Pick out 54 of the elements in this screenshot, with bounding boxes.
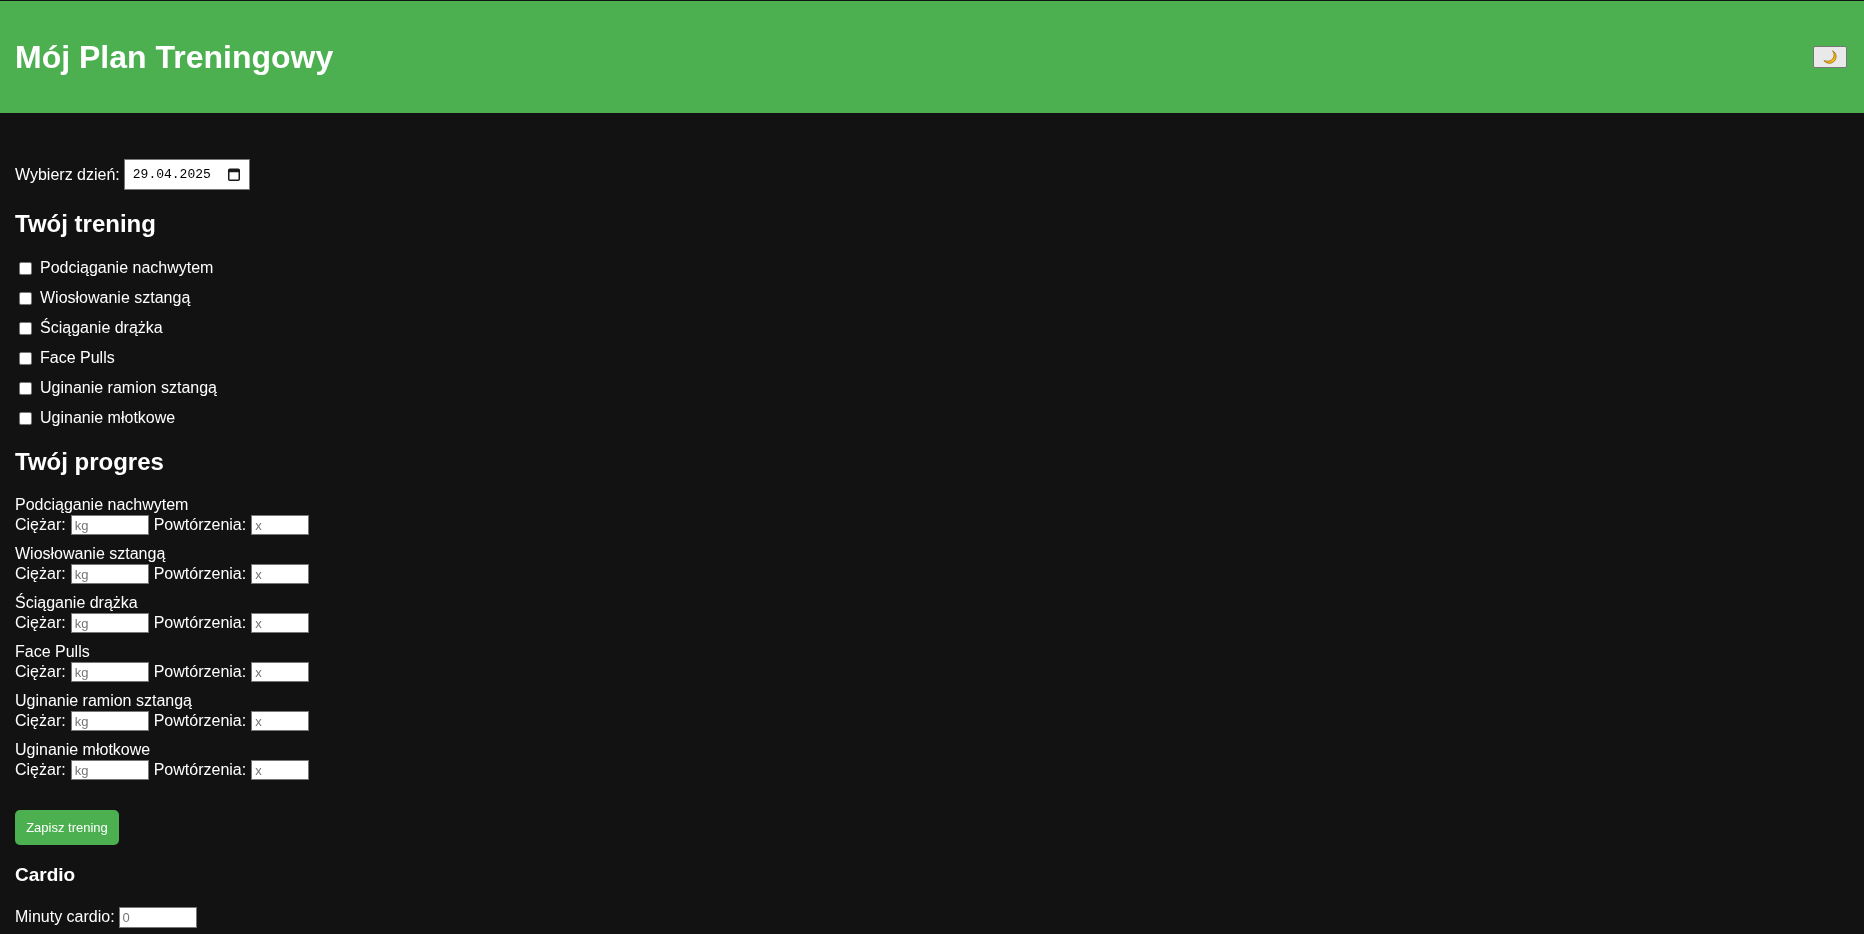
weight-input[interactable]: kg xyxy=(70,711,149,731)
reps-label: Powtórzenia: xyxy=(153,712,247,730)
weight-label: Ciężar: xyxy=(15,761,66,779)
exercise-label: Podciąganie nachwytem xyxy=(40,259,214,277)
reps-label: Powtórzenia: xyxy=(153,516,247,534)
reps-input[interactable]: x xyxy=(251,662,310,682)
exercise-name: Ściąganie drążka xyxy=(15,594,138,612)
section-heading: Twój progres xyxy=(15,448,164,476)
checkbox[interactable] xyxy=(19,291,32,305)
reps-input[interactable]: x xyxy=(251,711,310,731)
reps-label: Powtórzenia: xyxy=(153,761,247,779)
weight-input[interactable]: kg xyxy=(70,515,149,535)
weight-input[interactable]: kg xyxy=(70,613,149,633)
checkbox[interactable] xyxy=(19,381,32,395)
exercise-name: Face Pulls xyxy=(15,643,90,661)
date-label: Wybierz dzień: xyxy=(15,165,120,184)
reps-input[interactable]: x xyxy=(251,760,310,780)
weight-input[interactable]: kg xyxy=(70,564,149,584)
weight-label: Ciężar: xyxy=(15,712,66,730)
weight-label: Ciężar: xyxy=(15,516,66,534)
weight-label: Ciężar: xyxy=(15,663,66,681)
moon-icon xyxy=(1823,50,1837,64)
calendar-icon[interactable] xyxy=(227,168,240,181)
cardio-input[interactable]: 0 xyxy=(118,906,197,928)
exercise-label: Ściąganie drążka xyxy=(40,319,163,337)
exercise-label: Uginanie ramion sztangą xyxy=(40,379,217,397)
exercise-name: Uginanie młotkowe xyxy=(15,741,151,759)
cardio-label: Minuty cardio: xyxy=(15,908,115,926)
page-title: Mój Plan Treningowy xyxy=(15,38,334,76)
weight-input[interactable]: kg xyxy=(70,760,149,780)
reps-input[interactable]: x xyxy=(251,515,310,535)
reps-input[interactable]: x xyxy=(251,613,310,633)
exercise-name: Podciąganie nachwytem xyxy=(15,496,189,514)
checkbox[interactable] xyxy=(19,411,32,425)
reps-label: Powtórzenia: xyxy=(153,663,247,681)
exercise-label: Wiosłowanie sztangą xyxy=(40,289,191,307)
date-value: 29.04.2025 xyxy=(132,167,211,182)
exercise-label: Uginanie młotkowe xyxy=(40,409,176,427)
section-heading: Twój trening xyxy=(15,210,156,238)
date-field[interactable]: 29.04.2025 xyxy=(123,159,250,190)
weight-label: Ciężar: xyxy=(15,614,66,632)
checkbox[interactable] xyxy=(19,261,32,275)
weight-label: Ciężar: xyxy=(15,565,66,583)
reps-input[interactable]: x xyxy=(251,564,310,584)
theme-toggle-button[interactable] xyxy=(1813,46,1847,68)
checkbox[interactable] xyxy=(19,351,32,365)
reps-label: Powtórzenia: xyxy=(153,614,247,632)
reps-label: Powtórzenia: xyxy=(153,565,247,583)
section-heading: Cardio xyxy=(15,864,76,886)
exercise-name: Wiosłowanie sztangą xyxy=(15,545,166,563)
exercise-label: Face Pulls xyxy=(40,349,115,367)
checkbox[interactable] xyxy=(19,321,32,335)
exercise-name: Uginanie ramion sztangą xyxy=(15,692,192,710)
weight-input[interactable]: kg xyxy=(70,662,149,682)
